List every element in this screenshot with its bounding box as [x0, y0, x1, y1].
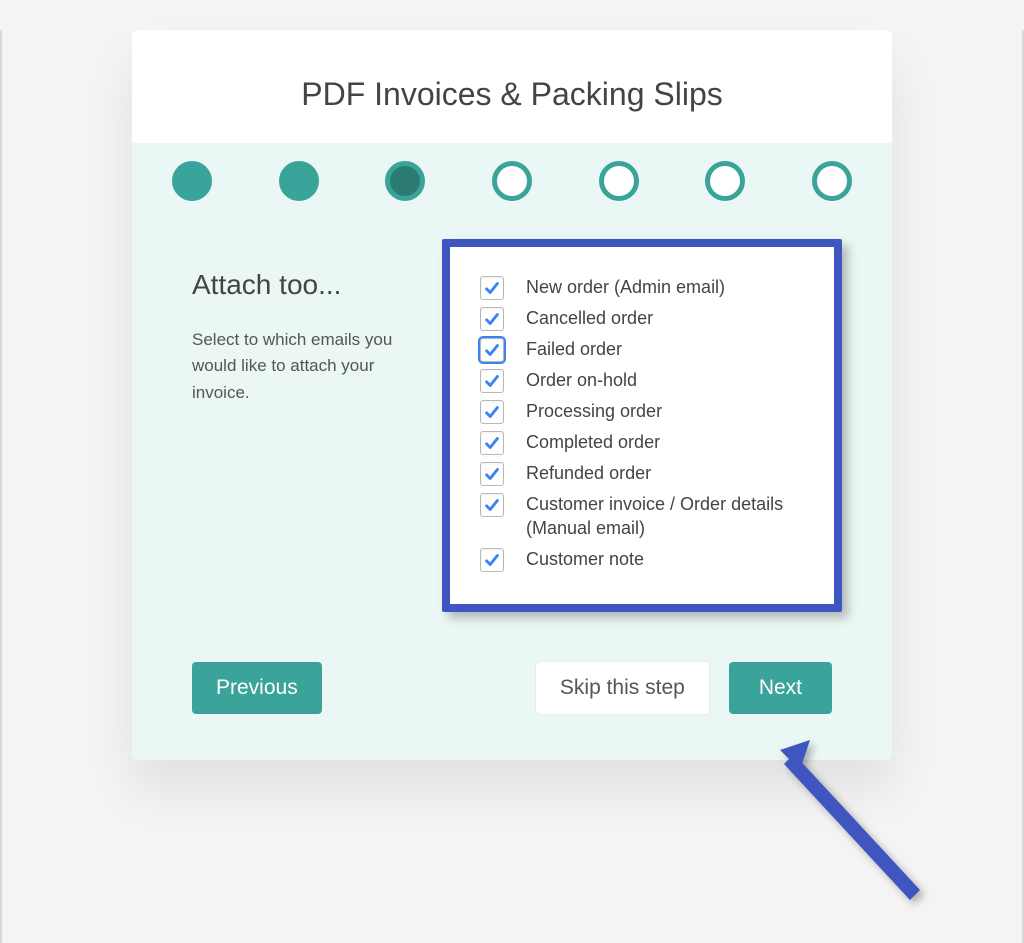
- option-row: Processing order: [480, 399, 810, 424]
- options-highlight-box: New order (Admin email) Cancelled order Fa…: [442, 239, 842, 612]
- option-checkbox[interactable]: [480, 548, 504, 572]
- wizard-title: PDF Invoices & Packing Slips: [152, 76, 872, 113]
- wizard-left-column: Attach too... Select to which emails you…: [192, 269, 422, 612]
- option-row: Order on-hold: [480, 368, 810, 393]
- wizard-header: PDF Invoices & Packing Slips: [132, 30, 892, 143]
- option-label: Cancelled order: [526, 306, 653, 330]
- step-dot-2[interactable]: [279, 161, 319, 201]
- page-frame: PDF Invoices & Packing Slips Attach too.…: [0, 30, 1024, 943]
- option-checkbox[interactable]: [480, 338, 504, 362]
- option-label: Processing order: [526, 399, 662, 423]
- step-dot-4[interactable]: [492, 161, 532, 201]
- option-row: New order (Admin email): [480, 275, 810, 300]
- previous-button[interactable]: Previous: [192, 662, 322, 714]
- section-description: Select to which emails you would like to…: [192, 327, 422, 406]
- wizard-card: PDF Invoices & Packing Slips Attach too.…: [132, 30, 892, 760]
- next-button[interactable]: Next: [729, 662, 832, 714]
- option-row: Customer invoice / Order details (Manual…: [480, 492, 810, 541]
- option-checkbox[interactable]: [480, 493, 504, 517]
- wizard-stepper: [132, 143, 892, 219]
- option-checkbox[interactable]: [480, 307, 504, 331]
- option-label: Failed order: [526, 337, 622, 361]
- option-label: Customer invoice / Order details (Manual…: [526, 492, 810, 541]
- option-row: Refunded order: [480, 461, 810, 486]
- annotation-arrow-icon: [770, 740, 930, 900]
- option-row: Completed order: [480, 430, 810, 455]
- wizard-body: Attach too... Select to which emails you…: [132, 219, 892, 632]
- option-checkbox[interactable]: [480, 276, 504, 300]
- option-row: Failed order: [480, 337, 810, 362]
- wizard-footer: Previous Skip this step Next: [132, 632, 892, 760]
- option-label: Completed order: [526, 430, 660, 454]
- step-dot-1[interactable]: [172, 161, 212, 201]
- option-label: Refunded order: [526, 461, 651, 485]
- wizard-right-column: New order (Admin email) Cancelled order Fa…: [452, 269, 832, 612]
- section-heading: Attach too...: [192, 269, 422, 301]
- step-dot-7[interactable]: [812, 161, 852, 201]
- option-label: New order (Admin email): [526, 275, 725, 299]
- option-checkbox[interactable]: [480, 431, 504, 455]
- option-checkbox[interactable]: [480, 400, 504, 424]
- option-label: Customer note: [526, 547, 644, 571]
- option-checkbox[interactable]: [480, 462, 504, 486]
- option-checkbox[interactable]: [480, 369, 504, 393]
- step-dot-3[interactable]: [385, 161, 425, 201]
- option-row: Cancelled order: [480, 306, 810, 331]
- step-dot-6[interactable]: [705, 161, 745, 201]
- option-label: Order on-hold: [526, 368, 637, 392]
- option-row: Customer note: [480, 547, 810, 572]
- skip-button[interactable]: Skip this step: [536, 662, 709, 714]
- step-dot-5[interactable]: [599, 161, 639, 201]
